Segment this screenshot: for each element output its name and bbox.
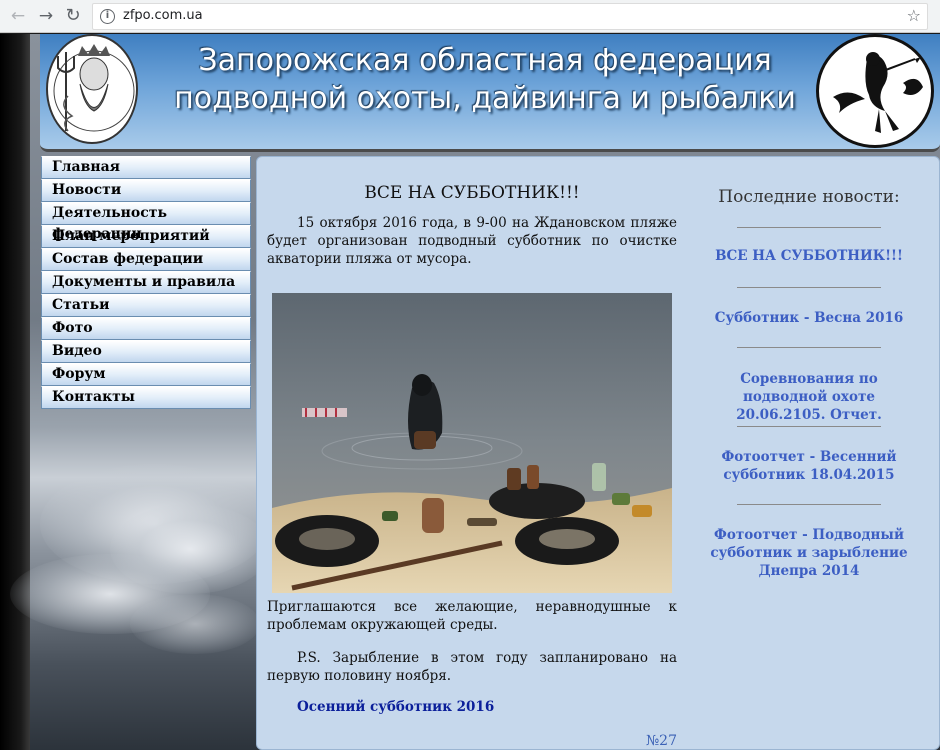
menu-item-events-plan[interactable]: План мероприятий (41, 225, 251, 248)
article-counter: №27 (645, 733, 677, 749)
article-title: ВСЕ НА СУББОТНИК!!! (364, 183, 580, 203)
page: Запорожская областная федерация подводно… (0, 34, 940, 750)
divider (737, 426, 881, 427)
menu-item-activity[interactable]: Деятельность федерации (41, 202, 251, 242)
diver-logo-icon[interactable] (816, 34, 934, 148)
menu-item-photo[interactable]: Фото (41, 317, 251, 340)
menu-item-news[interactable]: Новости (41, 179, 251, 202)
article-photo[interactable] (272, 293, 672, 593)
arrow-right-icon[interactable]: → (35, 5, 57, 27)
main-menu: Главная Новости Деятельность федерации П… (41, 156, 251, 409)
menu-item-video[interactable]: Видео (41, 340, 251, 363)
address-bar[interactable]: i zfpo.com.ua ☆ (92, 3, 928, 30)
divider (737, 287, 881, 288)
arrow-left-icon[interactable]: ← (7, 5, 29, 27)
site-header: Запорожская областная федерация подводно… (40, 34, 940, 152)
divider (737, 347, 881, 348)
star-icon[interactable]: ☆ (907, 6, 921, 25)
article-link[interactable]: Осенний субботник 2016 (297, 699, 494, 715)
article-paragraph: P.S. Зарыбление в этом году запланирован… (267, 650, 677, 684)
info-icon[interactable]: i (100, 9, 115, 24)
left-dark-strip (0, 34, 30, 750)
divider (737, 227, 881, 228)
menu-item-forum[interactable]: Форум (41, 363, 251, 386)
menu-item-members[interactable]: Состав федерации (41, 248, 251, 271)
article-paragraph: Приглашаются все желающие, неравнодушные… (267, 599, 677, 633)
menu-item-home[interactable]: Главная (41, 156, 251, 179)
browser-toolbar: ← → ↻ i zfpo.com.ua ☆ (0, 0, 940, 33)
news-heading: Последние новости: (718, 187, 900, 207)
content-panel: ВСЕ НА СУББОТНИК!!! 15 октября 2016 года… (256, 156, 940, 750)
article-paragraph: 15 октября 2016 года, в 9-00 на Ждановск… (267, 215, 677, 267)
url-text[interactable]: zfpo.com.ua (123, 8, 203, 23)
news-link[interactable]: ВСЕ НА СУББОТНИК!!! (697, 247, 921, 265)
reload-icon[interactable]: ↻ (62, 5, 84, 27)
site-title-line1: Запорожская областная федерация (198, 43, 772, 78)
news-link[interactable]: Фотоотчет - Весенний субботник 18.04.201… (697, 448, 921, 484)
site-title-line2: подводной охоты, дайвинга и рыбалки (174, 81, 796, 116)
menu-item-documents[interactable]: Документы и правила (41, 271, 251, 294)
news-link[interactable]: Соревнования по подводной охоте 20.06.21… (697, 370, 921, 424)
news-link[interactable]: Субботник - Весна 2016 (697, 309, 921, 327)
menu-item-contacts[interactable]: Контакты (41, 386, 251, 409)
divider (737, 504, 881, 505)
neptune-logo-icon[interactable] (46, 34, 138, 144)
site-title: Запорожская областная федерация подводно… (150, 42, 820, 118)
menu-item-articles[interactable]: Статьи (41, 294, 251, 317)
news-link[interactable]: Фотоотчет - Подводный субботник и зарыбл… (697, 526, 921, 580)
